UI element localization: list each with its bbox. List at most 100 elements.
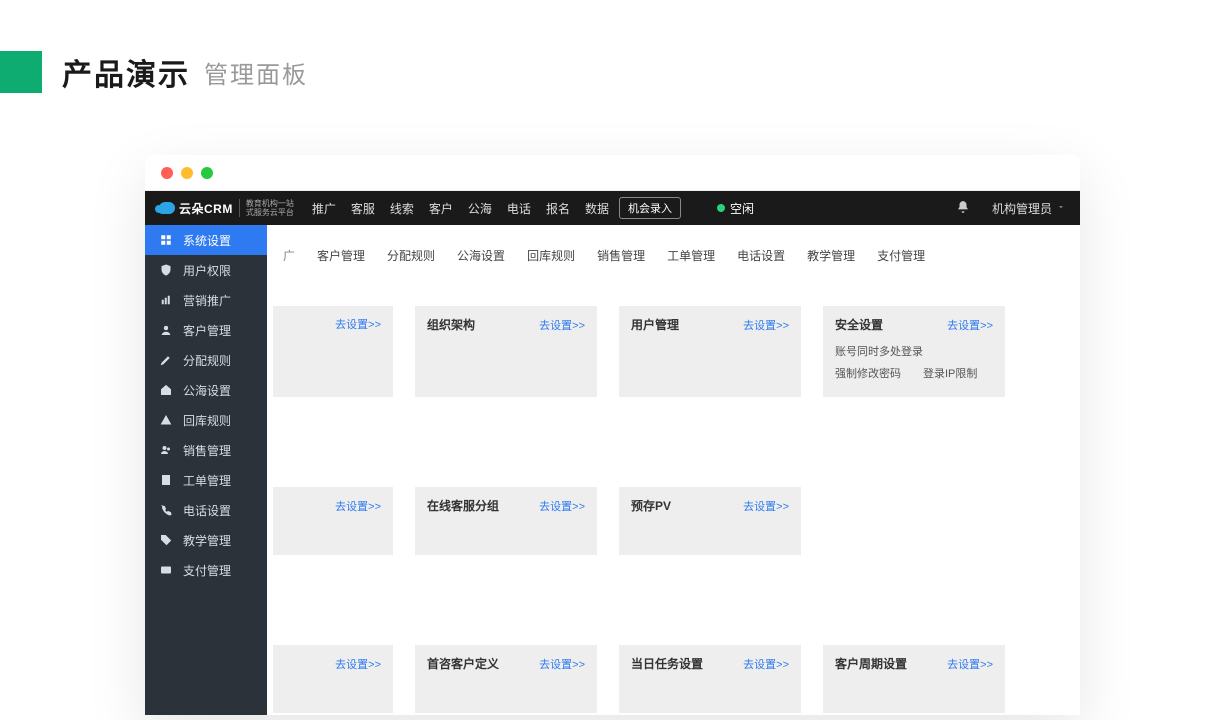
card-row: 去设置>> 组织架构 去设置>> 用户管理 去设置>> 安全设置 去设置>> 账号同时多处登录… xyxy=(273,306,1074,397)
card-subtext: 强制修改密码 xyxy=(835,365,901,381)
maximize-dot[interactable] xyxy=(201,167,213,179)
sidebar-item[interactable]: 用户权限 xyxy=(145,255,267,285)
sub-tab[interactable]: 销售管理 xyxy=(587,241,655,270)
settings-card: 去设置>> xyxy=(273,306,393,397)
card-title: 安全设置 xyxy=(835,316,883,333)
sidebar-item-label: 回库规则 xyxy=(183,412,231,429)
grid-icon xyxy=(159,233,173,247)
status-label: 空闲 xyxy=(730,200,754,217)
card-title: 在线客服分组 xyxy=(427,497,499,514)
tag-icon xyxy=(159,533,173,547)
card-title: 首咨客户定义 xyxy=(427,655,499,672)
card-title: 用户管理 xyxy=(631,316,679,333)
sidebar-item-label: 公海设置 xyxy=(183,382,231,399)
chevron-down-icon xyxy=(1056,201,1066,215)
sidebar-item-label: 分配规则 xyxy=(183,352,231,369)
user-menu[interactable]: 机构管理员 xyxy=(992,200,1066,217)
sidebar-item[interactable]: 回库规则 xyxy=(145,405,267,435)
go-settings-link[interactable]: 去设置>> xyxy=(743,317,789,333)
sidebar-item[interactable]: 支付管理 xyxy=(145,555,267,585)
nav-item[interactable]: 客服 xyxy=(351,200,375,217)
sidebar-item-label: 教学管理 xyxy=(183,532,231,549)
sidebar-item-label: 客户管理 xyxy=(183,322,231,339)
sub-tabs: 广客户管理分配规则公海设置回库规则销售管理工单管理电话设置教学管理支付管理 xyxy=(267,225,1080,278)
heading-sub: 管理面板 xyxy=(204,55,308,90)
sidebar-item[interactable]: 客户管理 xyxy=(145,315,267,345)
sub-tab[interactable]: 电话设置 xyxy=(727,241,795,270)
settings-card: 客户周期设置 去设置>> xyxy=(823,645,1005,713)
settings-card: 当日任务设置 去设置>> xyxy=(619,645,801,713)
go-settings-link[interactable]: 去设置>> xyxy=(539,656,585,672)
sidebar-item-label: 用户权限 xyxy=(183,262,231,279)
nav-item[interactable]: 公海 xyxy=(468,200,492,217)
nav-item[interactable]: 推广 xyxy=(312,200,336,217)
phone-icon xyxy=(159,503,173,517)
record-button[interactable]: 机会录入 xyxy=(619,197,681,219)
mac-titlebar xyxy=(145,155,1080,191)
minimize-dot[interactable] xyxy=(181,167,193,179)
nav-items: 推广客服线索客户公海电话报名数据 xyxy=(312,200,609,217)
logo[interactable]: 云朵CRM 教育机构一站 式服务云平台 xyxy=(159,199,294,217)
settings-card: 在线客服分组 去设置>> xyxy=(415,487,597,555)
nav-item[interactable]: 线索 xyxy=(390,200,414,217)
sidebar-item[interactable]: 电话设置 xyxy=(145,495,267,525)
sub-tab[interactable]: 回库规则 xyxy=(517,241,585,270)
sub-tab[interactable]: 教学管理 xyxy=(797,241,865,270)
logo-text: 云朵CRM xyxy=(179,200,233,217)
triangle-icon xyxy=(159,413,173,427)
go-settings-link[interactable]: 去设置>> xyxy=(743,498,789,514)
sub-tab[interactable]: 支付管理 xyxy=(867,241,935,270)
card-title: 当日任务设置 xyxy=(631,655,703,672)
sidebar-item[interactable]: 系统设置 xyxy=(145,225,267,255)
content: 广客户管理分配规则公海设置回库规则销售管理工单管理电话设置教学管理支付管理 去设… xyxy=(267,225,1080,715)
settings-card: 置去设置>> xyxy=(273,487,393,555)
sidebar-item-label: 系统设置 xyxy=(183,232,231,249)
go-settings-link[interactable]: 去设置>> xyxy=(947,656,993,672)
cloud-icon xyxy=(159,202,175,214)
nav-item[interactable]: 电话 xyxy=(507,200,531,217)
card-title: 组织架构 xyxy=(427,316,475,333)
sidebar-item[interactable]: 营销推广 xyxy=(145,285,267,315)
sub-tab[interactable]: 广 xyxy=(273,241,305,270)
nav-item[interactable]: 客户 xyxy=(429,200,453,217)
sub-tab[interactable]: 公海设置 xyxy=(447,241,515,270)
house-icon xyxy=(159,383,173,397)
go-settings-link[interactable]: 去设置>> xyxy=(335,498,381,514)
sub-tab[interactable]: 分配规则 xyxy=(377,241,445,270)
bars-icon xyxy=(159,293,173,307)
go-settings-link[interactable]: 去设置>> xyxy=(335,316,381,332)
user-icon xyxy=(159,323,173,337)
accent-block xyxy=(0,51,42,93)
settings-card: 用户管理 去设置>> xyxy=(619,306,801,397)
go-settings-link[interactable]: 去设置>> xyxy=(335,656,381,672)
go-settings-link[interactable]: 去设置>> xyxy=(539,317,585,333)
sidebar-item[interactable]: 工单管理 xyxy=(145,465,267,495)
go-settings-link[interactable]: 去设置>> xyxy=(947,317,993,333)
card-icon xyxy=(159,563,173,577)
status-dot-icon xyxy=(717,204,725,212)
close-dot[interactable] xyxy=(161,167,173,179)
card-row: 置去设置>>在线客服分组去设置>>预存PV去设置>> xyxy=(273,487,1074,555)
nav-item[interactable]: 数据 xyxy=(585,200,609,217)
sidebar-item-label: 工单管理 xyxy=(183,472,231,489)
bell-icon[interactable] xyxy=(956,200,970,217)
card-subtext-row: 强制修改密码登录IP限制 xyxy=(835,365,993,381)
sidebar-item[interactable]: 销售管理 xyxy=(145,435,267,465)
card-subtext: 账号同时多处登录 xyxy=(835,343,993,359)
sidebar-item-label: 支付管理 xyxy=(183,562,231,579)
sidebar-item[interactable]: 公海设置 xyxy=(145,375,267,405)
settings-card: 组织架构 去设置>> xyxy=(415,306,597,397)
sub-tab[interactable]: 客户管理 xyxy=(307,241,375,270)
logo-tagline: 教育机构一站 式服务云平台 xyxy=(239,199,294,217)
nav-item[interactable]: 报名 xyxy=(546,200,570,217)
go-settings-link[interactable]: 去设置>> xyxy=(743,656,789,672)
sub-tab[interactable]: 工单管理 xyxy=(657,241,725,270)
cards-area: 去设置>>组织架构去设置>>用户管理去设置>>安全设置去设置>>账号同时多处登录… xyxy=(267,306,1080,715)
go-settings-link[interactable]: 去设置>> xyxy=(539,498,585,514)
sidebar-item[interactable]: 教学管理 xyxy=(145,525,267,555)
card-row: 则去设置>>首咨客户定义去设置>>当日任务设置去设置>>客户周期设置去设置>> xyxy=(273,645,1074,713)
sidebar-item[interactable]: 分配规则 xyxy=(145,345,267,375)
card-title: 客户周期设置 xyxy=(835,655,907,672)
sidebar: 系统设置用户权限营销推广客户管理分配规则公海设置回库规则销售管理工单管理电话设置… xyxy=(145,225,267,715)
page-heading: 产品演示 管理面板 xyxy=(0,0,1210,124)
